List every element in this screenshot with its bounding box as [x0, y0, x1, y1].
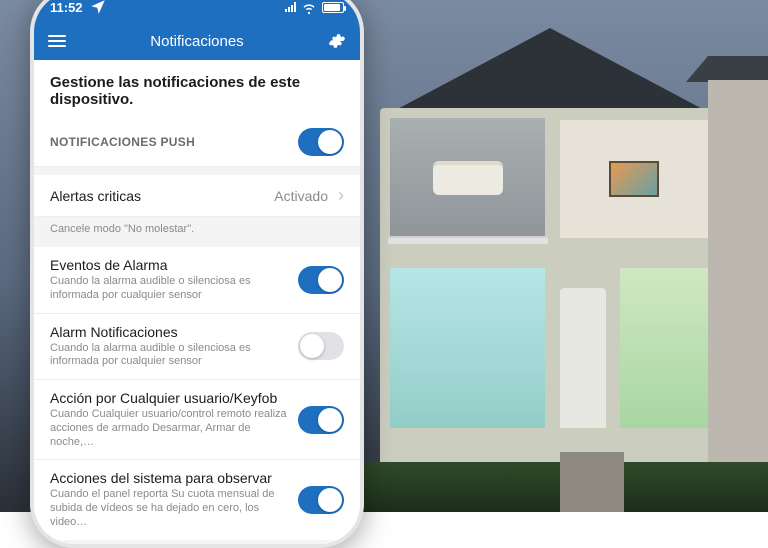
gear-icon[interactable]: [328, 32, 346, 50]
battery-icon: [322, 2, 344, 13]
row-subtitle: Cuando Cualquier usuario/control remoto …: [50, 408, 288, 449]
push-toggle[interactable]: [298, 128, 344, 156]
wifi-icon: [300, 0, 318, 16]
critical-note: Cancele modo "No molestar".: [34, 217, 360, 239]
nav-bar: Notificaciones: [34, 22, 360, 60]
status-bar: 11:52: [34, 0, 360, 22]
row-push-notifications[interactable]: NOTIFICACIONES PUSH: [34, 118, 360, 167]
toggle-system-actions[interactable]: [298, 486, 344, 514]
status-time: 11:52: [50, 0, 83, 15]
toggle-user-keyfob[interactable]: [298, 406, 344, 434]
row-subtitle: Cuando la alarma audible o silenciosa es…: [50, 275, 288, 303]
signal-icon: [285, 2, 296, 12]
location-arrow-icon: [89, 0, 107, 16]
critical-value: Activado: [274, 188, 328, 204]
settings-list[interactable]: Gestione las notificaciones de este disp…: [34, 60, 360, 544]
row-user-keyfob-action[interactable]: Acción por Cualquier usuario/Keyfob Cuan…: [34, 380, 360, 460]
list-header: Gestione las notificaciones de este disp…: [34, 60, 360, 118]
page-title: Notificaciones: [150, 33, 243, 50]
push-label: NOTIFICACIONES PUSH: [50, 135, 288, 149]
row-critical-alerts[interactable]: Alertas criticas Activado ›: [34, 175, 360, 217]
toggle-alarm-events[interactable]: [298, 266, 344, 294]
toggle-alarm-notifications[interactable]: [298, 332, 344, 360]
critical-title: Alertas criticas: [50, 188, 264, 204]
chevron-right-icon: ›: [338, 185, 344, 206]
row-title: Acción por Cualquier usuario/Keyfob: [50, 390, 288, 406]
row-alarm-notifications[interactable]: Alarm Notificaciones Cuando la alarma au…: [34, 314, 360, 381]
house-graphic: [360, 28, 740, 468]
row-title: Acciones del sistema para observar: [50, 470, 288, 486]
toggle-rows: Eventos de Alarma Cuando la alarma audib…: [34, 247, 360, 540]
row-system-actions[interactable]: Acciones del sistema para observar Cuand…: [34, 460, 360, 539]
iphone-frame: 11:52 Notificaciones Gestione las notifi…: [30, 0, 364, 548]
row-alarm-events[interactable]: Eventos de Alarma Cuando la alarma audib…: [34, 247, 360, 314]
row-subtitle: Cuando el panel reporta Su cuota mensual…: [50, 488, 288, 529]
row-title: Alarm Notificaciones: [50, 324, 288, 340]
app-screen: 11:52 Notificaciones Gestione las notifi…: [34, 0, 360, 544]
row-title: Eventos de Alarma: [50, 257, 288, 273]
menu-button[interactable]: [48, 35, 66, 47]
row-subtitle: Cuando la alarma audible o silenciosa es…: [50, 342, 288, 370]
